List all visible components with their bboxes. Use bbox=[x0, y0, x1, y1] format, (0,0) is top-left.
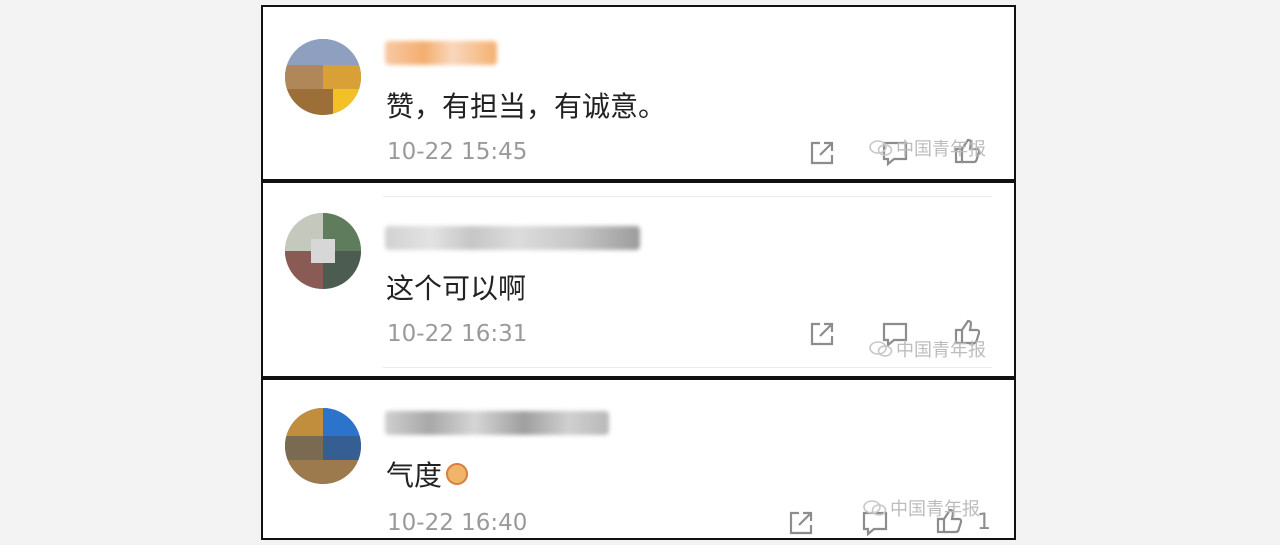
divider bbox=[383, 367, 992, 368]
comment-text: 气度 bbox=[386, 454, 469, 494]
divider bbox=[383, 196, 992, 197]
avatar[interactable] bbox=[285, 408, 361, 484]
share-icon[interactable] bbox=[807, 138, 837, 168]
watermark-text: 中国青年报 bbox=[896, 139, 986, 160]
username-blurred[interactable] bbox=[385, 226, 640, 250]
watermark-text: 中国青年报 bbox=[896, 340, 986, 361]
username-blurred[interactable] bbox=[385, 411, 609, 435]
comment-text: 这个可以啊 bbox=[386, 272, 527, 305]
comment-time: 10-22 15:45 bbox=[387, 139, 528, 165]
share-icon[interactable] bbox=[807, 319, 837, 349]
wechat-icon bbox=[869, 341, 893, 357]
comment-screenshot: 赞，有担当，有诚意。 10-22 15:45 中国青年报 这个可以啊 10-22… bbox=[0, 0, 1280, 545]
share-icon[interactable] bbox=[786, 508, 816, 538]
wechat-icon bbox=[869, 140, 893, 156]
comment-card-3: 气度 10-22 16:40 1 中国青年报 bbox=[261, 378, 1016, 540]
watermark: 中国青年报 bbox=[863, 495, 980, 521]
watermark: 中国青年报 bbox=[869, 135, 986, 161]
wechat-icon bbox=[863, 500, 887, 516]
avatar[interactable] bbox=[285, 213, 361, 289]
comment-text-content: 气度 bbox=[386, 459, 443, 492]
watermark: 中国青年报 bbox=[869, 336, 986, 362]
comment-card-1: 赞，有担当，有诚意。 10-22 15:45 中国青年报 bbox=[261, 5, 1016, 181]
username-blurred[interactable] bbox=[385, 41, 497, 65]
comment-text: 赞，有担当，有诚意。 bbox=[386, 90, 667, 123]
fist-emoji-icon bbox=[446, 463, 469, 485]
watermark-text: 中国青年报 bbox=[890, 499, 980, 520]
comment-time: 10-22 16:40 bbox=[387, 510, 528, 536]
avatar[interactable] bbox=[285, 39, 361, 115]
comment-time: 10-22 16:31 bbox=[387, 321, 528, 347]
comment-card-2: 这个可以啊 10-22 16:31 中国青年报 bbox=[261, 181, 1016, 378]
